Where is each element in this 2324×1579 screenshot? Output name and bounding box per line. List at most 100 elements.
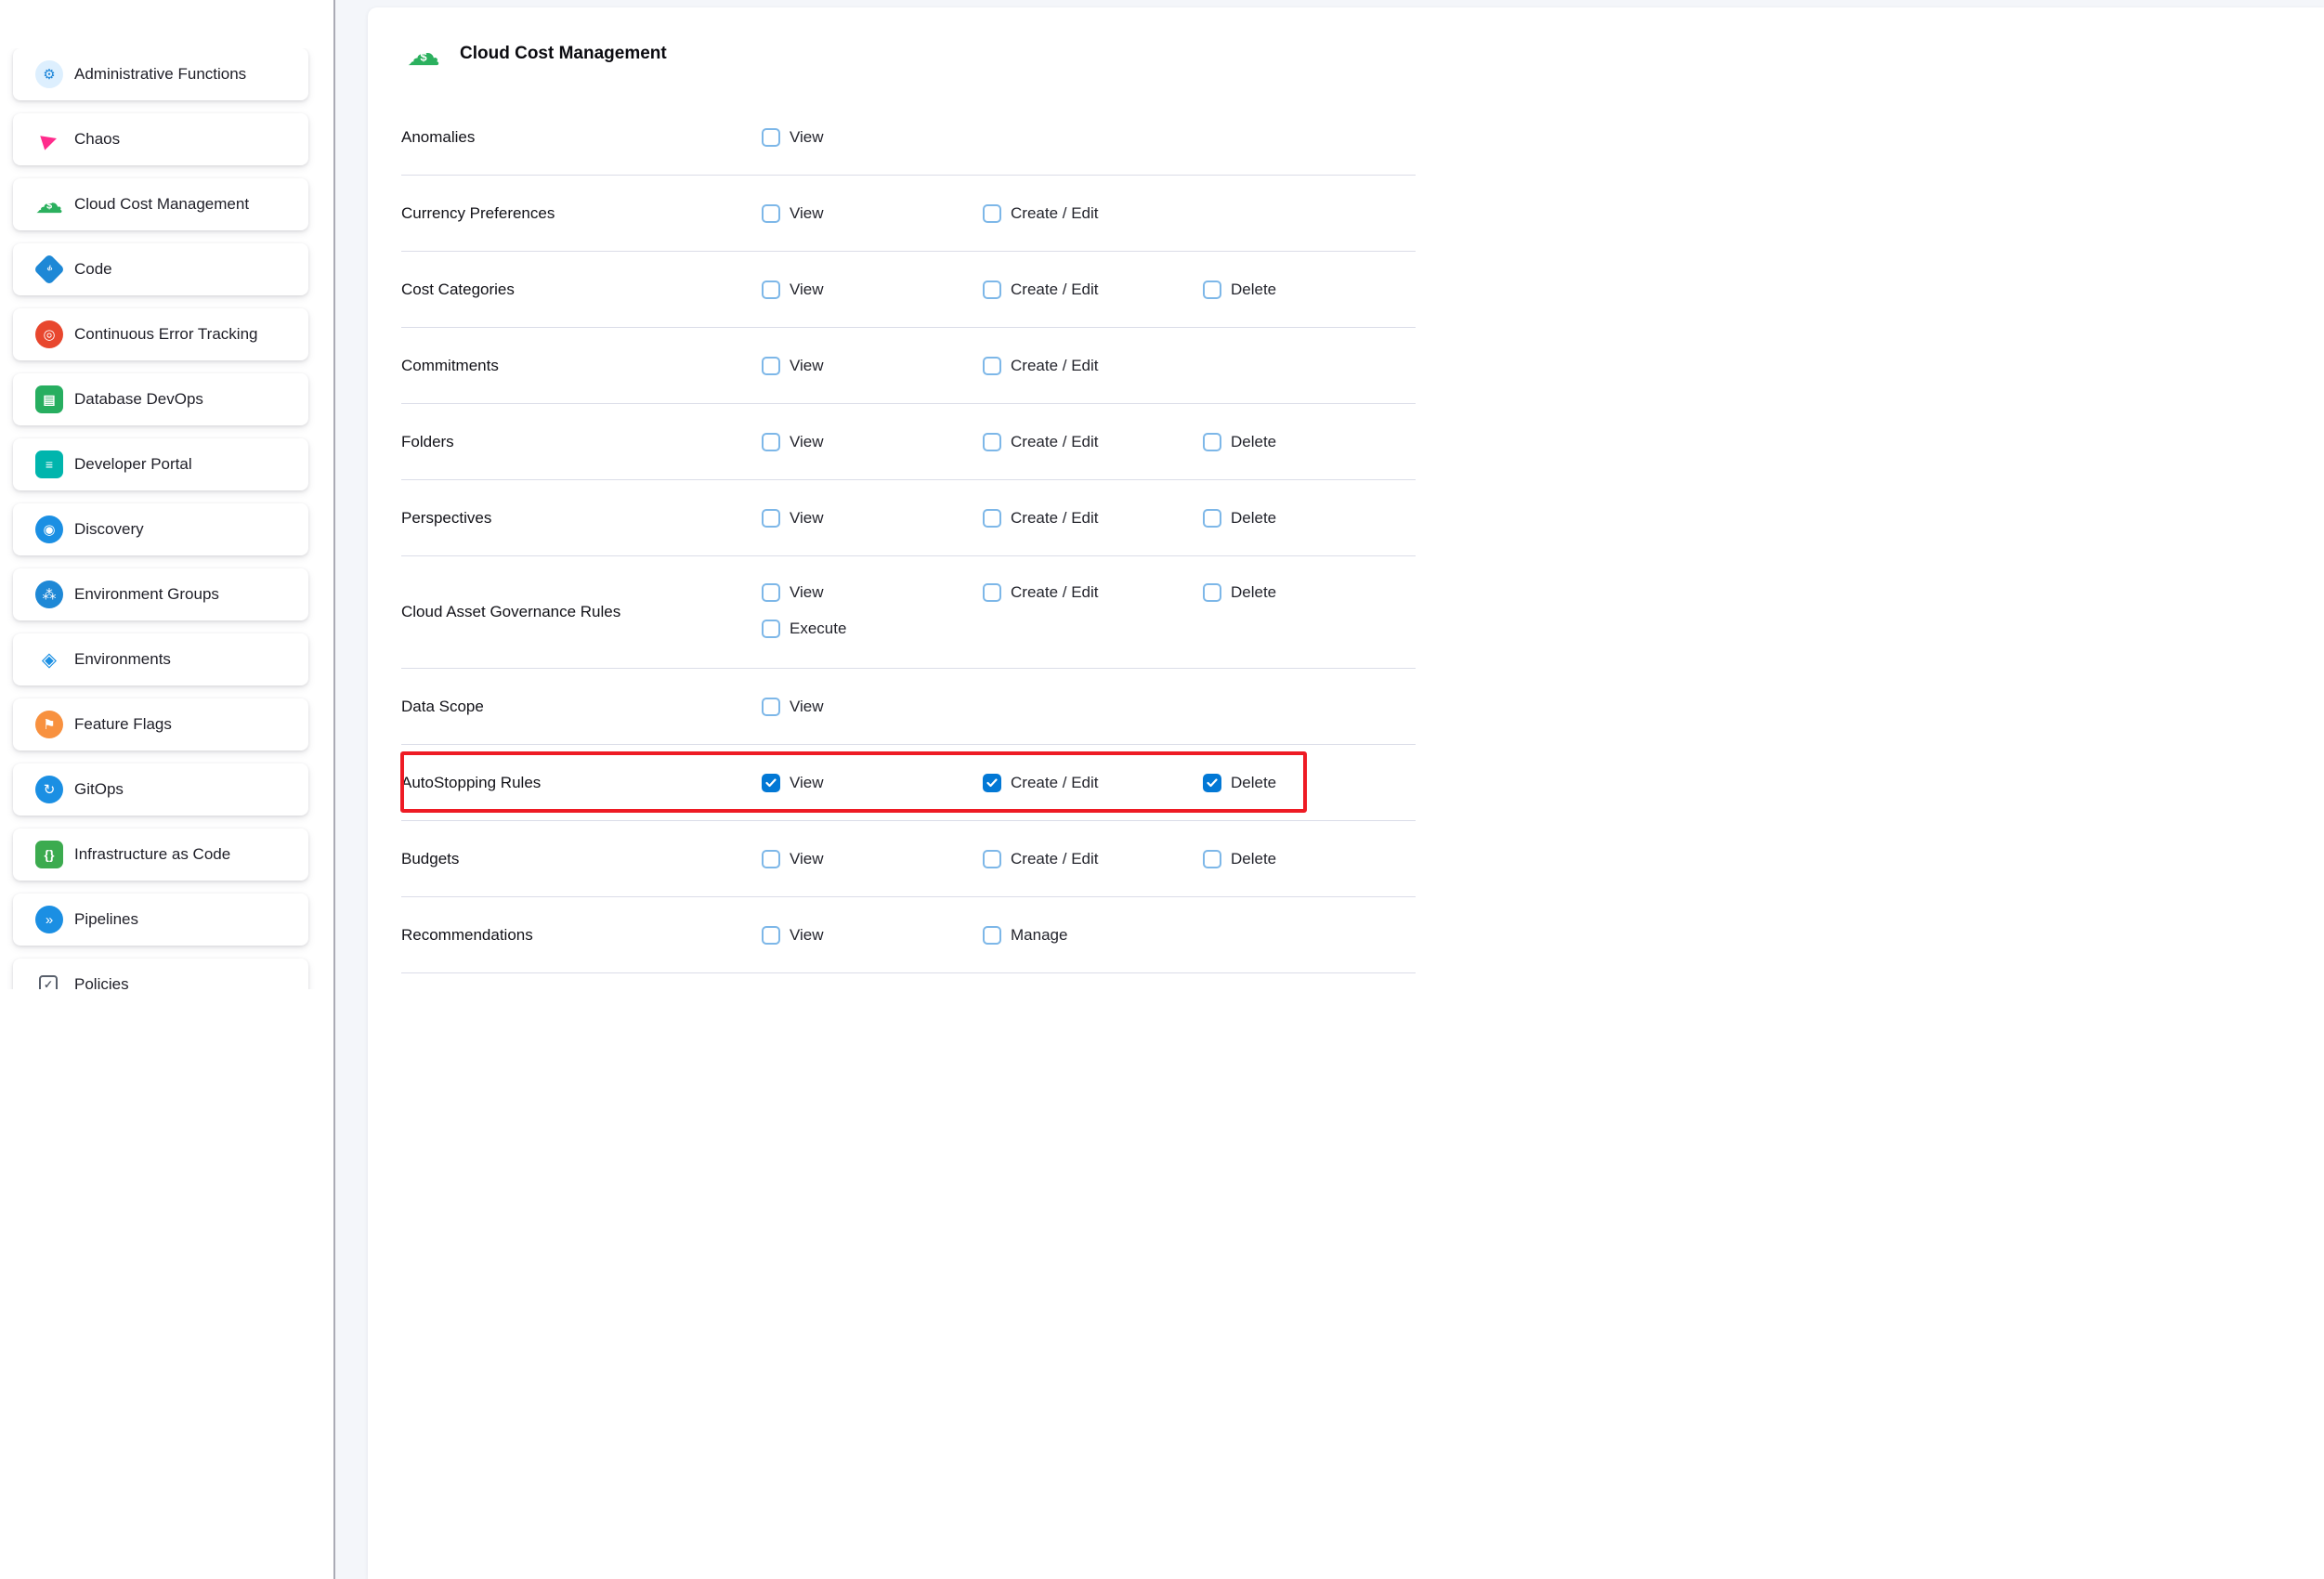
sidebar-item-code[interactable]: ‹/›Code [13, 243, 308, 295]
permission-label: View [790, 128, 824, 147]
gear-icon: ⚙ [35, 60, 63, 88]
permission-create-edit[interactable]: Create / Edit [983, 850, 1203, 868]
sidebar-item-chaos[interactable]: ▶Chaos [13, 113, 308, 165]
permission-create-edit[interactable]: Create / Edit [983, 774, 1203, 792]
sidebar-item-developer-portal[interactable]: ≡Developer Portal [13, 438, 308, 490]
permission-cell: Delete [1203, 850, 1416, 868]
checkbox-unchecked-icon[interactable] [1203, 281, 1221, 299]
sidebar-item-infrastructure-as-code[interactable]: {} Infrastructure as Code [13, 829, 308, 881]
permission-delete[interactable]: Delete [1203, 583, 1416, 602]
permission-delete[interactable]: Delete [1203, 433, 1416, 451]
checkbox-unchecked-icon[interactable] [983, 926, 1001, 945]
permission-view[interactable]: View [762, 204, 983, 223]
checkbox-unchecked-icon[interactable] [1203, 850, 1221, 868]
checkbox-checked-icon[interactable] [983, 774, 1001, 792]
sidebar-item-discovery[interactable]: ◉Discovery [13, 503, 308, 555]
sidebar-item-environments[interactable]: ◈Environments [13, 633, 308, 685]
sidebar-item-database-devops[interactable]: ▤Database DevOps [13, 373, 308, 425]
checkbox-unchecked-icon[interactable] [762, 509, 780, 528]
permission-label: Create / Edit [1011, 204, 1099, 223]
checkbox-unchecked-icon[interactable] [983, 281, 1001, 299]
permission-cell: View Execute [762, 556, 983, 638]
permission-view[interactable]: View [762, 698, 983, 716]
pipelines-icon: » [35, 906, 63, 933]
checkbox-unchecked-icon[interactable] [762, 204, 780, 223]
permission-view[interactable]: View [762, 583, 983, 602]
permission-label: View [790, 698, 824, 716]
checkbox-unchecked-icon[interactable] [762, 433, 780, 451]
permission-view[interactable]: View [762, 433, 983, 451]
checkbox-checked-icon[interactable] [1203, 774, 1221, 792]
permission-create-edit[interactable]: Create / Edit [983, 281, 1203, 299]
checkbox-unchecked-icon[interactable] [762, 281, 780, 299]
sidebar-item-pipelines[interactable]: »Pipelines [13, 894, 308, 946]
checkbox-unchecked-icon[interactable] [983, 583, 1001, 602]
checkbox-unchecked-icon[interactable] [983, 433, 1001, 451]
permission-view[interactable]: View [762, 281, 983, 299]
checkbox-unchecked-icon[interactable] [1203, 583, 1221, 602]
checkbox-unchecked-icon[interactable] [983, 357, 1001, 375]
checkbox-unchecked-icon[interactable] [762, 620, 780, 638]
permission-label: Delete [1231, 509, 1276, 528]
permission-label: View [790, 926, 824, 945]
sidebar-item-label: Infrastructure as Code [74, 845, 230, 864]
checkbox-unchecked-icon[interactable] [762, 698, 780, 716]
resource-category-sidebar: ⚙Administrative Functions ▶Chaos ☁$Cloud C… [0, 0, 335, 1579]
permission-view[interactable]: View [762, 926, 983, 945]
checkbox-unchecked-icon[interactable] [983, 509, 1001, 528]
permission-label: Execute [790, 620, 846, 638]
permission-create-edit[interactable]: Create / Edit [983, 357, 1203, 375]
permission-create-edit[interactable]: Create / Edit [983, 583, 1203, 602]
permission-create-edit[interactable]: Create / Edit [983, 433, 1203, 451]
permission-cell: View [762, 698, 983, 716]
sidebar-item-feature-flags[interactable]: ⚑Feature Flags [13, 698, 308, 750]
cloud-dollar-icon: ☁ $ [406, 36, 441, 72]
permission-manage[interactable]: Manage [983, 926, 1203, 945]
page-title: Cloud Cost Management [460, 44, 667, 64]
sidebar-item-continuous-error-tracking[interactable]: ◎Continuous Error Tracking [13, 308, 308, 360]
permission-cell: View [762, 774, 983, 792]
permission-view[interactable]: View [762, 357, 983, 375]
permission-delete[interactable]: Delete [1203, 850, 1416, 868]
checkbox-unchecked-icon[interactable] [762, 850, 780, 868]
checkbox-unchecked-icon[interactable] [983, 204, 1001, 223]
permission-view[interactable]: View [762, 774, 983, 792]
policies-checkbox-icon: ✓ [39, 975, 58, 989]
sidebar-item-gitops[interactable]: ↻GitOps [13, 763, 308, 816]
permission-cell: Delete [1203, 774, 1416, 792]
permissions-table: AnomaliesViewCurrency PreferencesViewCre… [401, 99, 1416, 973]
permission-row-data-scope: Data ScopeView [401, 669, 1416, 745]
checkbox-unchecked-icon[interactable] [762, 583, 780, 602]
sidebar-item-label: Policies [74, 975, 129, 989]
permission-cell: View [762, 433, 983, 451]
checkbox-unchecked-icon[interactable] [1203, 433, 1221, 451]
permission-delete[interactable]: Delete [1203, 281, 1416, 299]
sidebar-item-administrative-functions[interactable]: ⚙Administrative Functions [13, 48, 308, 100]
permission-cell: View [762, 281, 983, 299]
permission-execute[interactable]: Execute [762, 620, 983, 638]
main-panel: ☁ $ Cloud Cost Management AnomaliesViewC… [337, 0, 2324, 1579]
permission-delete[interactable]: Delete [1203, 774, 1416, 792]
permission-view[interactable]: View [762, 128, 983, 147]
resource-label: Recommendations [401, 926, 762, 945]
checkbox-unchecked-icon[interactable] [983, 850, 1001, 868]
sidebar-item-environment-groups[interactable]: ⁂Environment Groups [13, 568, 308, 620]
checkbox-unchecked-icon[interactable] [762, 926, 780, 945]
permission-create-edit[interactable]: Create / Edit [983, 204, 1203, 223]
sidebar-item-policies[interactable]: ✓ Policies [13, 959, 308, 989]
infrastructure-as-code-icon: {} [35, 841, 63, 868]
permission-delete[interactable]: Delete [1203, 509, 1416, 528]
checkbox-unchecked-icon[interactable] [762, 357, 780, 375]
permission-label: View [790, 204, 824, 223]
checkbox-checked-icon[interactable] [762, 774, 780, 792]
sidebar-item-label: Cloud Cost Management [74, 195, 249, 214]
permission-cell: Create / Edit [983, 357, 1203, 375]
sidebar-item-cloud-cost-management[interactable]: ☁$Cloud Cost Management [13, 178, 308, 230]
permission-label: View [790, 433, 824, 451]
checkbox-unchecked-icon[interactable] [762, 128, 780, 147]
permission-view[interactable]: View [762, 850, 983, 868]
permission-create-edit[interactable]: Create / Edit [983, 509, 1203, 528]
checkbox-unchecked-icon[interactable] [1203, 509, 1221, 528]
sidebar-item-label: Discovery [74, 520, 144, 539]
permission-view[interactable]: View [762, 509, 983, 528]
